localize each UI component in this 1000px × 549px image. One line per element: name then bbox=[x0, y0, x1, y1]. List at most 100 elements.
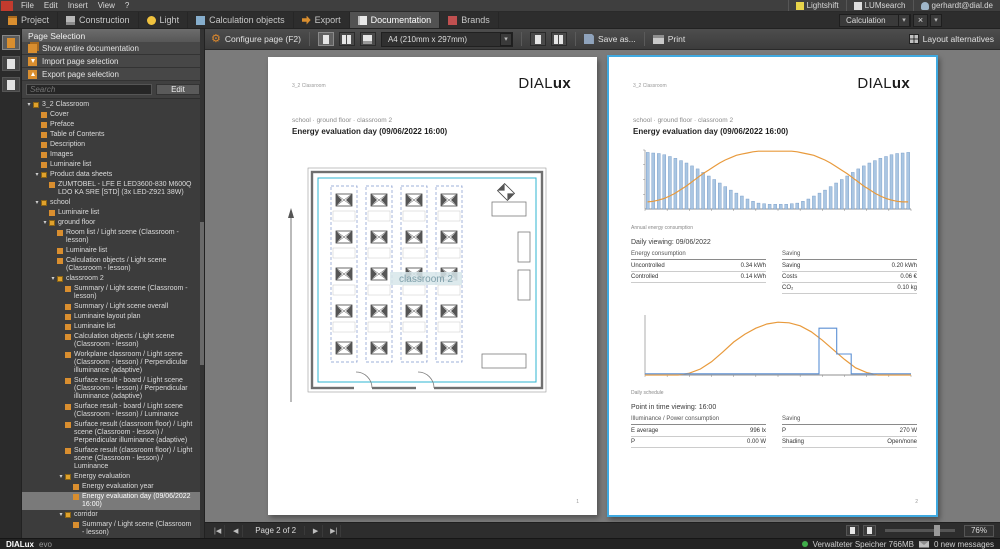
calculation-dropdown[interactable]: Calculation ▾ bbox=[839, 13, 911, 27]
show-entire-documentation-button[interactable]: Show entire documentation bbox=[22, 42, 204, 55]
zoom-slider[interactable] bbox=[885, 525, 955, 536]
document-canvas[interactable]: 3_2 Classroom DIALux school · ground flo… bbox=[205, 50, 1000, 522]
app-logo-icon bbox=[1, 0, 13, 11]
tree-item-product-data-sheets[interactable]: ▾ Product data sheets bbox=[22, 170, 204, 180]
calculation-label: Calculation bbox=[846, 15, 886, 25]
tree-item-workplane-classroom-light-scene-classroo[interactable]: Workplane classroom / Light scene (Class… bbox=[22, 350, 204, 376]
menu-file[interactable]: File bbox=[16, 1, 39, 10]
next-page-button[interactable]: ▶ bbox=[309, 524, 324, 537]
save-as-button[interactable]: Save as... bbox=[583, 34, 636, 44]
construction-icon bbox=[66, 15, 76, 25]
tree-item-luminaire-layout-plan[interactable]: Luminaire layout plan bbox=[22, 312, 204, 322]
tab-project[interactable]: Project bbox=[0, 12, 59, 28]
tab-export[interactable]: Export bbox=[294, 12, 350, 28]
image-panel-icon[interactable] bbox=[1, 56, 20, 71]
tree-item-summary-light-scene-overall[interactable]: Summary / Light scene overall bbox=[22, 302, 204, 312]
paper-size-dropdown[interactable]: A4 (210mm x 297mm) ▾ bbox=[380, 31, 513, 47]
tab-calculation-objects[interactable]: Calculation objects bbox=[188, 12, 294, 28]
single-page-view-button[interactable] bbox=[317, 32, 334, 46]
tab-construction[interactable]: Construction bbox=[58, 12, 139, 28]
zoom-slider-thumb[interactable] bbox=[934, 525, 940, 536]
page-indicator: Page 2 of 2 bbox=[247, 526, 306, 535]
tree-item-energy-evaluation[interactable]: ▾ Energy evaluation bbox=[22, 472, 204, 482]
messages-status[interactable]: 0 new messages bbox=[934, 540, 994, 549]
tree-item-calculation-objects-light-scene-classroo[interactable]: Calculation objects / Light scene (Class… bbox=[22, 332, 204, 350]
page-selection-panel-icon[interactable] bbox=[1, 35, 20, 50]
tree-item-cover[interactable]: Cover bbox=[22, 110, 204, 120]
menu-edit[interactable]: Edit bbox=[39, 1, 63, 10]
tree-item-energy-evaluation-day-09-06-2022-16-00[interactable]: Energy evaluation day (09/06/2022 16:00) bbox=[22, 492, 204, 510]
configure-page-button[interactable]: ⚙ Configure page (F2) bbox=[211, 33, 301, 45]
tree-item-energy-evaluation-year[interactable]: Energy evaluation year bbox=[22, 482, 204, 492]
tree-item-corridor[interactable]: ▾ corridor bbox=[22, 510, 204, 520]
settings-panel-icon[interactable] bbox=[1, 77, 20, 92]
tree-item-zumtobel-lfe-e-led3600-830-m600q-ldo-ka-[interactable]: ZUMTOBEL - LFE E LED3600-830 M600Q LDO K… bbox=[22, 180, 204, 198]
tree-item-luminaire-list[interactable]: Luminaire list bbox=[22, 208, 204, 218]
tab-documentation[interactable]: Documentation bbox=[349, 12, 441, 28]
chevron-down-icon[interactable]: ▾ bbox=[898, 13, 910, 27]
document-page-1[interactable]: 3_2 Classroom DIALux school · ground flo… bbox=[268, 57, 597, 515]
layout-alternatives-button[interactable]: Layout alternatives bbox=[908, 34, 994, 44]
new-page-button[interactable] bbox=[529, 32, 546, 46]
export-page-selection-button[interactable]: Export page selection bbox=[22, 68, 204, 81]
tree-item-calculation-objects-light-scene-classroo[interactable]: Calculation objects / Light scene (Class… bbox=[22, 256, 204, 274]
tree-item-images[interactable]: Images bbox=[22, 150, 204, 160]
duplicate-page-button[interactable] bbox=[550, 32, 567, 46]
expand-arrow-icon[interactable]: ▾ bbox=[41, 219, 49, 227]
first-page-button[interactable]: |◀ bbox=[211, 524, 226, 537]
zoom-fit-page-icon[interactable] bbox=[863, 525, 876, 536]
cancel-calculation-button[interactable]: × bbox=[913, 13, 928, 27]
expand-arrow-icon[interactable]: ▾ bbox=[57, 473, 65, 481]
tree-item-luminaire-list[interactable]: Luminaire list bbox=[22, 246, 204, 256]
menu-view[interactable]: View bbox=[93, 1, 120, 10]
tree-item-description[interactable]: Description bbox=[22, 140, 204, 150]
tree-item-surface-result-board-light-scene-classro[interactable]: Surface result - board / Light scene (Cl… bbox=[22, 402, 204, 420]
continuous-view-button[interactable] bbox=[359, 32, 376, 46]
document-page-icon bbox=[41, 142, 47, 148]
tree-item-school[interactable]: ▾ school bbox=[22, 198, 204, 208]
messages-icon[interactable] bbox=[918, 540, 929, 548]
print-button[interactable]: Print bbox=[652, 34, 685, 44]
previous-page-button[interactable]: ◀ bbox=[229, 524, 244, 537]
tree-item-summary-light-scene-classroom-lesson[interactable]: Summary / Light scene (Classroom - lesso… bbox=[22, 284, 204, 302]
tree-item-surface-result-board-light-scene-classro[interactable]: Surface result - board / Light scene (Cl… bbox=[22, 376, 204, 402]
tab-light[interactable]: Light bbox=[139, 12, 189, 28]
search-input[interactable] bbox=[26, 84, 152, 95]
lightshift-button[interactable]: Lightshift bbox=[787, 0, 846, 11]
tab-brands[interactable]: Brands bbox=[440, 12, 499, 28]
tree-item-3-2-classroom[interactable]: ▾ 3_2 Classroom bbox=[22, 100, 204, 110]
two-page-view-button[interactable] bbox=[338, 32, 355, 46]
tree-item-label: corridor bbox=[74, 511, 98, 518]
tree-item-label: Table of Contents bbox=[50, 131, 105, 138]
edit-button[interactable]: Edit bbox=[156, 84, 200, 95]
tree-item-summary-light-scene-classroom-lesson[interactable]: Summary / Light scene (Classroom - lesso… bbox=[22, 520, 204, 538]
tree-item-surface-result-classroom-floor-light-sce[interactable]: Surface result (classroom floor) / Light… bbox=[22, 446, 204, 472]
expand-arrow-icon[interactable]: ▾ bbox=[49, 275, 57, 283]
last-page-button[interactable]: ▶| bbox=[327, 524, 342, 537]
expand-arrow-icon[interactable]: ▾ bbox=[33, 171, 41, 179]
tree-item-label: Surface result - board / Light scene (Cl… bbox=[74, 403, 183, 418]
document-page-2-selected[interactable]: 3_2 Classroom DIALux school · ground flo… bbox=[607, 55, 938, 517]
tab-label: Construction bbox=[79, 15, 130, 25]
tree-item-ground-floor[interactable]: ▾ ground floor bbox=[22, 218, 204, 228]
zoom-fit-width-icon[interactable] bbox=[846, 525, 859, 536]
lumsearch-button[interactable]: LUMsearch bbox=[845, 0, 913, 11]
import-page-selection-button[interactable]: Import page selection bbox=[22, 55, 204, 68]
tree-item-classroom-2[interactable]: ▾ classroom 2 bbox=[22, 274, 204, 284]
expand-arrow-icon[interactable]: ▾ bbox=[25, 101, 33, 109]
tree-item-room-list-light-scene-classroom-lesson[interactable]: Room list / Light scene (Classroom - les… bbox=[22, 228, 204, 246]
tree-item-luminaire-list[interactable]: Luminaire list bbox=[22, 160, 204, 170]
tree-item-table-of-contents[interactable]: Table of Contents bbox=[22, 130, 204, 140]
status-bar: DIALux evo Verwalteter Speicher 766MB 0 … bbox=[0, 538, 1000, 549]
expand-arrow-icon[interactable]: ▾ bbox=[33, 199, 41, 207]
tree-scrollbar[interactable] bbox=[200, 29, 204, 538]
account-button[interactable]: gerhardt@dial.de bbox=[912, 0, 1000, 11]
expand-arrow-icon[interactable]: ▾ bbox=[57, 511, 65, 519]
menu-[interactable]: ? bbox=[120, 1, 134, 10]
document-page-icon bbox=[65, 404, 71, 410]
menu-insert[interactable]: Insert bbox=[63, 1, 93, 10]
tree-item-surface-result-classroom-floor-light-sce[interactable]: Surface result (classroom floor) / Light… bbox=[22, 420, 204, 446]
tree-item-preface[interactable]: Preface bbox=[22, 120, 204, 130]
tree-item-luminaire-list[interactable]: Luminaire list bbox=[22, 322, 204, 332]
calculation-options-caret[interactable]: ▾ bbox=[930, 13, 942, 27]
